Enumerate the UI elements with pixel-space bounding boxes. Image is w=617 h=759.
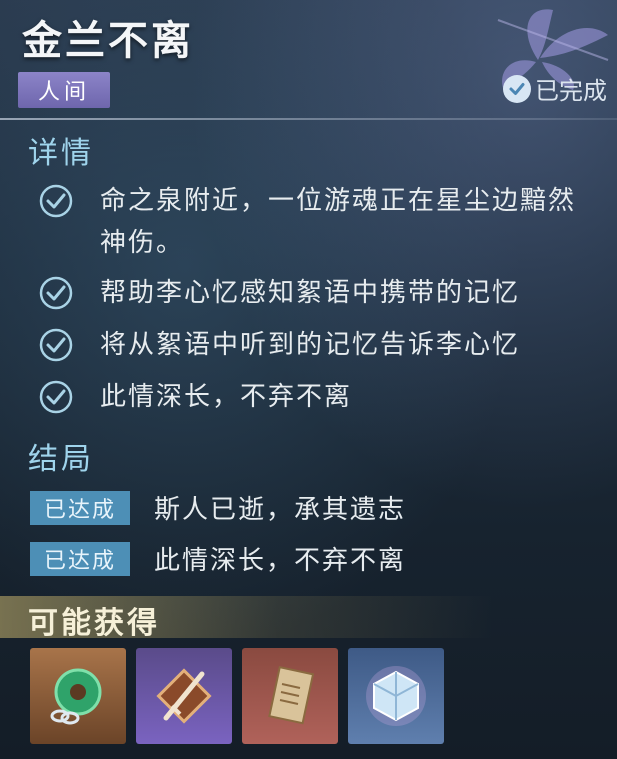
check-circle-icon xyxy=(39,276,73,310)
ending-row: 已达成 此情深长，不弃不离 xyxy=(30,540,406,577)
scroll-icon xyxy=(242,648,338,744)
detail-text: 此情深长，不弃不离 xyxy=(100,382,353,412)
achieved-badge: 已达成 xyxy=(30,541,130,576)
detail-item: 将从絮语中听到的记忆告诉李心忆 xyxy=(38,324,613,366)
reward-item-scroll[interactable] xyxy=(242,648,338,744)
completion-status: 已完成 xyxy=(503,71,607,106)
reward-item-sword-emblem[interactable] xyxy=(136,648,232,744)
realm-tag: 人间 xyxy=(18,72,110,108)
header-divider xyxy=(0,118,617,120)
achieved-badge: 已达成 xyxy=(30,490,130,525)
detail-item: 命之泉附近，一位游魂正在星尘边黯然 神伤。 xyxy=(38,180,613,264)
jade-ring-icon xyxy=(30,648,126,744)
completion-status-label: 已完成 xyxy=(535,77,607,105)
details-heading: 详情 xyxy=(28,136,94,171)
detail-text: 命之泉附近，一位游魂正在星尘边黯然 神伤。 xyxy=(100,186,577,258)
rewards-heading: 可能获得 xyxy=(28,606,160,641)
detail-item: 此情深长，不弃不离 xyxy=(38,376,613,418)
reward-item-crystal-cube[interactable] xyxy=(348,648,444,744)
reward-item-jade-ring[interactable] xyxy=(30,648,126,744)
detail-item: 帮助李心忆感知絮语中携带的记忆 xyxy=(38,272,613,314)
ending-text: 斯人已逝，承其遗志 xyxy=(154,495,407,525)
quest-title: 金兰不离 xyxy=(22,18,194,64)
check-circle-icon xyxy=(503,74,531,103)
endings-heading: 结局 xyxy=(28,442,94,477)
detail-text: 帮助李心忆感知絮语中携带的记忆 xyxy=(100,278,521,308)
check-circle-icon xyxy=(39,380,73,414)
check-circle-icon xyxy=(39,328,73,362)
ending-row: 已达成 斯人已逝，承其遗志 xyxy=(30,489,406,526)
check-circle-icon xyxy=(39,184,73,218)
ending-text: 此情深长，不弃不离 xyxy=(154,546,407,576)
sword-emblem-icon xyxy=(136,648,232,744)
crystal-cube-icon xyxy=(348,648,444,744)
detail-text: 将从絮语中听到的记忆告诉李心忆 xyxy=(100,330,521,360)
